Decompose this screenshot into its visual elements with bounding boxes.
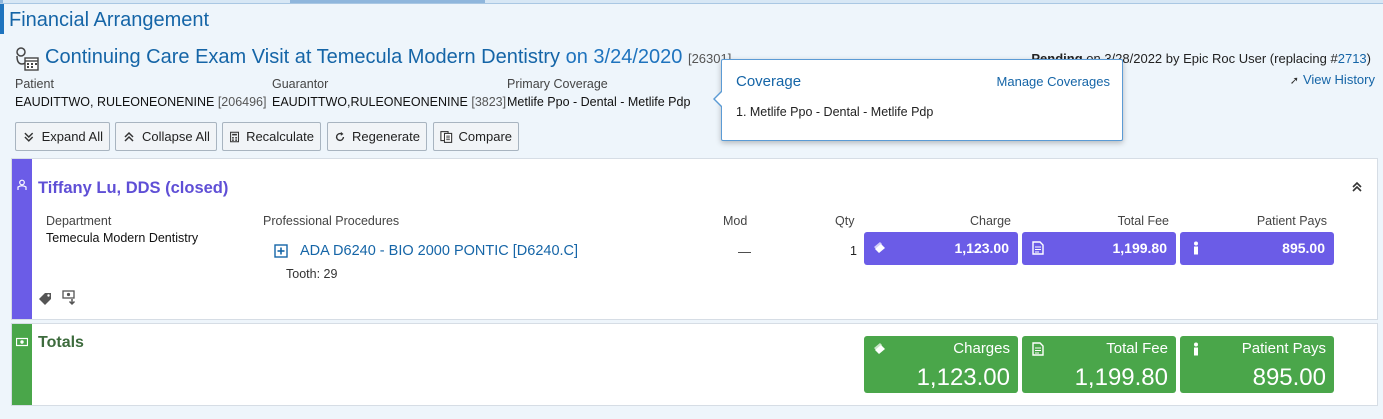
total-patient-pays-box: Patient Pays 895.00	[1180, 336, 1334, 393]
visit-title: Continuing Care Exam Visit at Temecula M…	[45, 46, 731, 69]
cash-icon	[16, 337, 28, 347]
patient-label: Patient	[15, 77, 54, 91]
visit-name: Continuing Care Exam Visit at Temecula M…	[45, 46, 561, 68]
view-history-link[interactable]: ➚ View History	[1290, 72, 1375, 87]
total-charges-value: 1,123.00	[916, 364, 1010, 391]
total-fee-box: Total Fee 1,199.80	[1022, 336, 1176, 393]
patient-pays-header: Patient Pays	[1256, 214, 1327, 228]
total-patient-pays-value: 895.00	[1252, 364, 1326, 391]
guarantor-id: [3823]	[471, 95, 507, 109]
compare-label: Compare	[458, 129, 512, 144]
regenerate-icon	[335, 131, 345, 141]
recalculate-button[interactable]: Recalculate	[222, 122, 321, 151]
mod-header: Mod	[723, 214, 748, 228]
money-stack-icon	[874, 242, 885, 253]
visit-calendar-icon	[16, 47, 39, 71]
patient-name: EAUDITTWO, RULEONEONENINE	[15, 95, 215, 109]
coverage-popover-title: Coverage	[736, 73, 802, 90]
provider-icon	[17, 179, 27, 190]
total-fee-label: Total Fee	[1106, 340, 1168, 357]
total-charges-label: Charges	[953, 340, 1010, 357]
popover-caret-inner	[715, 91, 723, 107]
coverage-label: Primary Coverage	[507, 77, 608, 91]
tag-icon[interactable]	[38, 292, 52, 306]
provider-name[interactable]: Tiffany Lu, DDS (closed)	[38, 179, 228, 198]
status-close: )	[1366, 51, 1371, 66]
expand-all-button[interactable]: Expand All	[15, 122, 110, 151]
mod-value: —	[738, 244, 751, 259]
person-icon	[1194, 342, 1198, 356]
total-fee-total-value: 1,199.80	[1074, 364, 1168, 391]
totals-sidebar	[12, 324, 32, 405]
charge-header: Charge	[970, 214, 1011, 228]
patient-value: EAUDITTWO, RULEONEONENINE [206496]	[15, 95, 266, 109]
collapse-all-icon	[124, 131, 134, 142]
money-stack-icon	[874, 343, 885, 354]
tab-indicator	[0, 0, 3, 3]
expand-all-icon	[24, 132, 34, 142]
coverage-popover: Coverage Manage Coverages 1. Metlife Ppo…	[713, 59, 1123, 141]
document-icon	[1032, 241, 1044, 255]
totals-label: Totals	[38, 334, 84, 351]
qty-header: Qty	[835, 214, 855, 228]
total-charges-box: Charges 1,123.00	[864, 336, 1018, 393]
money-down-icon[interactable]	[62, 290, 78, 306]
collapse-section-icon[interactable]	[1351, 181, 1363, 196]
provider-section: Tiffany Lu, DDS (closed) Department Prof…	[11, 158, 1378, 320]
totals-section: Totals Charges 1,123.00 Total Fee 1,199.…	[11, 323, 1378, 406]
document-icon	[1032, 342, 1044, 356]
view-history-label: View History	[1302, 72, 1375, 87]
department-value: Temecula Modern Dentistry	[46, 231, 199, 245]
guarantor-label: Guarantor	[272, 77, 329, 91]
calculator-icon	[230, 131, 239, 142]
collapse-all-button[interactable]: Collapse All	[115, 122, 217, 151]
charge-pill[interactable]: 1,123.00	[864, 232, 1018, 265]
department-header: Department	[46, 214, 112, 228]
activity-accent-bar	[0, 4, 4, 34]
expand-all-label: Expand All	[41, 129, 103, 144]
patient-pays-value: 895.00	[1282, 240, 1325, 256]
coverage-value[interactable]: Metlife Ppo - Dental - Metlife Pdp	[507, 95, 690, 109]
add-procedure-icon[interactable]	[274, 244, 288, 258]
activity-title: Financial Arrangement	[9, 9, 210, 31]
recalculate-label: Recalculate	[246, 129, 314, 144]
patient-pays-pill[interactable]: 895.00	[1180, 232, 1334, 265]
person-icon	[1194, 241, 1198, 255]
guarantor-name: EAUDITTWO,RULEONEONENINE	[272, 95, 468, 109]
collapse-all-label: Collapse All	[142, 129, 210, 144]
total-patient-pays-label: Patient Pays	[1241, 340, 1326, 357]
regenerate-label: Regenerate	[352, 129, 420, 144]
replacing-link[interactable]: 2713	[1338, 51, 1367, 66]
procedures-header: Professional Procedures	[263, 214, 400, 228]
manage-coverages-link[interactable]: Manage Coverages	[997, 74, 1110, 89]
patient-id: [206496]	[217, 95, 267, 109]
qty-value: 1	[850, 244, 857, 258]
tab-indicator	[290, 0, 485, 3]
compare-button[interactable]: Compare	[433, 122, 519, 151]
guarantor-value: EAUDITTWO,RULEONEONENINE [3823]	[272, 95, 506, 109]
tooth-number: Tooth: 29	[286, 267, 338, 281]
total-fee-header: Total Fee	[1117, 214, 1169, 228]
compare-icon	[440, 130, 453, 143]
regenerate-button[interactable]: Regenerate	[327, 122, 427, 151]
total-fee-value: 1,199.80	[1112, 240, 1168, 256]
charge-value: 1,123.00	[954, 240, 1010, 256]
coverage-list-item: 1. Metlife Ppo - Dental - Metlife Pdp	[736, 105, 934, 119]
visit-date: on 3/24/2020	[565, 46, 683, 68]
view-history-icon: ➚	[1289, 75, 1299, 87]
total-fee-pill[interactable]: 1,199.80	[1022, 232, 1176, 265]
top-tab-strip	[0, 0, 1383, 4]
procedure-link[interactable]: ADA D6240 - BIO 2000 PONTIC [D6240.C]	[300, 243, 578, 259]
provider-sidebar	[12, 159, 32, 319]
